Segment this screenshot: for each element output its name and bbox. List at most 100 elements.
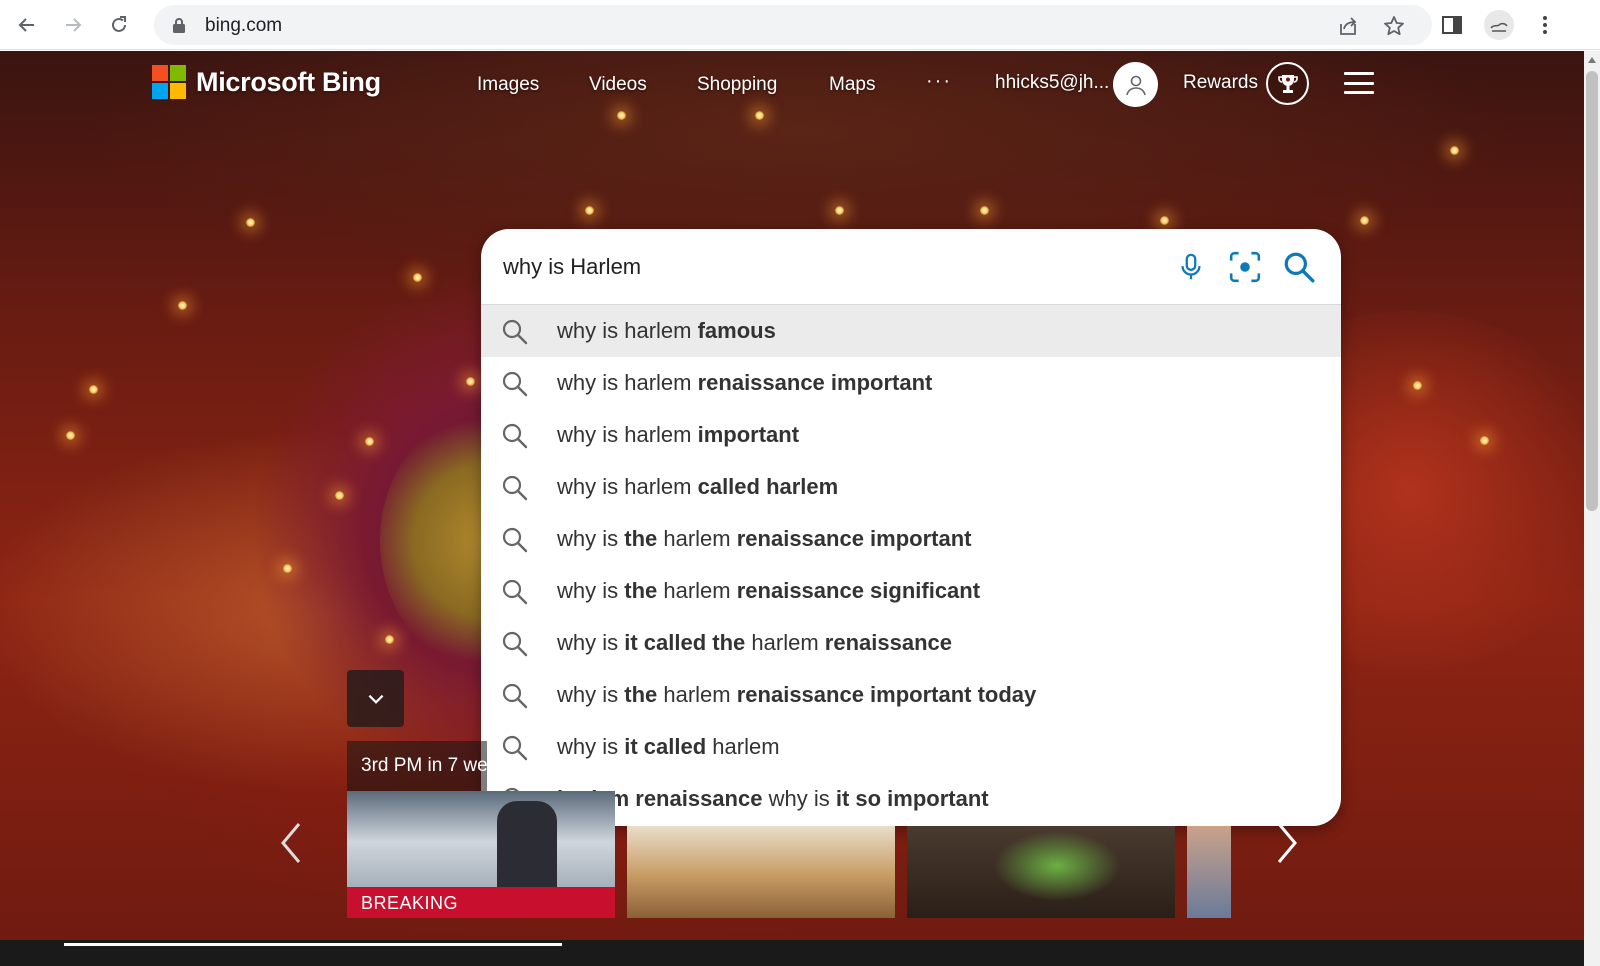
suggestion-text: why is the harlem renaissance important — [557, 526, 971, 552]
nav-shopping[interactable]: Shopping — [697, 74, 777, 96]
diya-light — [1360, 216, 1369, 225]
chevron-left-icon[interactable] — [277, 820, 307, 866]
news-card[interactable] — [907, 826, 1175, 918]
suggestion-plain-part: why is harlem — [557, 422, 698, 447]
diya-light — [980, 206, 989, 215]
search-icon — [1284, 252, 1315, 283]
diya-light — [66, 431, 75, 440]
suggestion-item[interactable]: why is the harlem renaissance important — [481, 513, 1341, 565]
browser-menu-button[interactable] — [1532, 12, 1558, 38]
suggestion-text: why is harlem renaissance important — [557, 370, 932, 396]
side-panel-button[interactable] — [1439, 12, 1465, 38]
suggestion-text: why is it called harlem — [557, 734, 780, 760]
star-icon[interactable] — [1383, 15, 1405, 37]
nav-more-button[interactable]: ··· — [926, 70, 952, 93]
search-input-row — [481, 229, 1341, 305]
suggestion-plain-part: why is — [557, 578, 625, 603]
suggestion-plain-part: harlem — [657, 526, 737, 551]
visual-search-button[interactable] — [1227, 249, 1263, 285]
forward-button[interactable] — [57, 9, 89, 41]
suggestion-bold-part: famous — [697, 318, 776, 343]
account-name[interactable]: hhicks5@jh... — [995, 72, 1109, 94]
browser-toolbar: bing.com — [0, 0, 1600, 50]
diya-light — [1450, 146, 1459, 155]
diya-light — [365, 437, 374, 446]
lock-icon[interactable] — [172, 17, 186, 33]
nav-maps[interactable]: Maps — [829, 74, 875, 96]
suggestion-text: why is the harlem renaissance important … — [557, 682, 1036, 708]
hamburger-menu-button[interactable] — [1344, 72, 1374, 94]
diya-light — [178, 301, 187, 310]
suggestion-plain-part: why is — [762, 786, 836, 811]
back-button[interactable] — [11, 9, 43, 41]
suggestion-item[interactable]: why is harlem famous — [481, 305, 1341, 357]
reload-button[interactable] — [103, 9, 135, 41]
carousel-progress-strip — [0, 940, 1584, 966]
suggestion-text: why is harlem important — [557, 422, 799, 448]
url-text: bing.com — [205, 15, 283, 36]
nav-videos[interactable]: Videos — [589, 74, 647, 96]
diya-light — [283, 564, 292, 573]
ms-green-square — [170, 65, 186, 81]
address-bar[interactable]: bing.com — [154, 5, 1432, 45]
suggestion-item[interactable]: why is harlem important — [481, 409, 1341, 461]
suggestion-plain-part: harlem — [657, 682, 737, 707]
rewards-button[interactable] — [1266, 62, 1309, 105]
diya-light — [835, 206, 844, 215]
search-icon — [501, 370, 529, 398]
suggestion-text: why is harlem called harlem — [557, 474, 838, 500]
news-card[interactable] — [627, 826, 895, 918]
chevron-right-icon[interactable] — [1271, 820, 1301, 866]
profile-button[interactable] — [1484, 10, 1514, 40]
profile-icon — [1490, 22, 1508, 32]
search-icon — [501, 734, 529, 762]
scrollbar-thumb[interactable] — [1586, 71, 1598, 511]
search-icon — [501, 578, 529, 606]
news-card[interactable]: BREAKING — [347, 791, 615, 918]
voice-search-button[interactable] — [1173, 249, 1209, 285]
search-submit-button[interactable] — [1281, 249, 1317, 285]
carousel-title[interactable]: 3rd PM in 7 we — [347, 741, 487, 791]
suggestion-bold-part: the — [624, 578, 658, 603]
suggestion-plain-part: why is — [557, 734, 625, 759]
diya-light — [335, 491, 344, 500]
diya-light — [585, 206, 594, 215]
bing-logo[interactable]: Microsoft Bing — [152, 65, 381, 99]
back-arrow-icon — [18, 18, 34, 32]
news-card[interactable] — [1187, 826, 1231, 918]
scroll-up-arrow[interactable] — [1588, 57, 1596, 63]
suggestion-item[interactable]: why is it called harlem — [481, 721, 1341, 773]
suggestion-text: why is it called the harlem renaissance — [557, 630, 952, 656]
suggestion-bold-part: important — [697, 422, 800, 447]
search-input[interactable] — [503, 252, 1143, 282]
ms-red-square — [152, 65, 168, 81]
suggestion-item[interactable]: why is harlem called harlem — [481, 461, 1341, 513]
suggestion-bold-part: it called — [624, 734, 707, 759]
suggestion-bold-part: renaissance important — [736, 526, 972, 551]
page-scrollbar[interactable] — [1584, 51, 1600, 966]
diya-light — [617, 111, 626, 120]
news-image — [497, 801, 557, 891]
diya-light — [466, 377, 475, 386]
rewards-label[interactable]: Rewards — [1183, 72, 1258, 94]
collapse-feed-button[interactable] — [347, 670, 404, 727]
suggestion-bold-part: renaissance significant — [736, 578, 981, 603]
diya-light — [246, 218, 255, 227]
suggestion-item[interactable]: why is the harlem renaissance important … — [481, 669, 1341, 721]
search-icon — [501, 526, 529, 554]
share-icon[interactable] — [1337, 15, 1359, 37]
suggestion-plain-part: harlem — [657, 578, 737, 603]
suggestion-item[interactable]: why is the harlem renaissance significan… — [481, 565, 1341, 617]
chevron-down-icon — [368, 694, 383, 704]
suggestion-bold-part: renaissance important today — [736, 682, 1037, 707]
account-avatar[interactable] — [1113, 62, 1158, 107]
diya-light — [1160, 216, 1169, 225]
nav-images[interactable]: Images — [477, 74, 539, 96]
suggestion-item[interactable]: why is harlem renaissance important — [481, 357, 1341, 409]
suggestion-item[interactable]: why is it called the harlem renaissance — [481, 617, 1341, 669]
carousel-progress-bar — [64, 943, 562, 946]
suggestion-bold-part: the — [624, 526, 658, 551]
hamburger-line — [1344, 72, 1374, 75]
search-icon — [501, 474, 529, 502]
search-icon — [501, 318, 529, 346]
